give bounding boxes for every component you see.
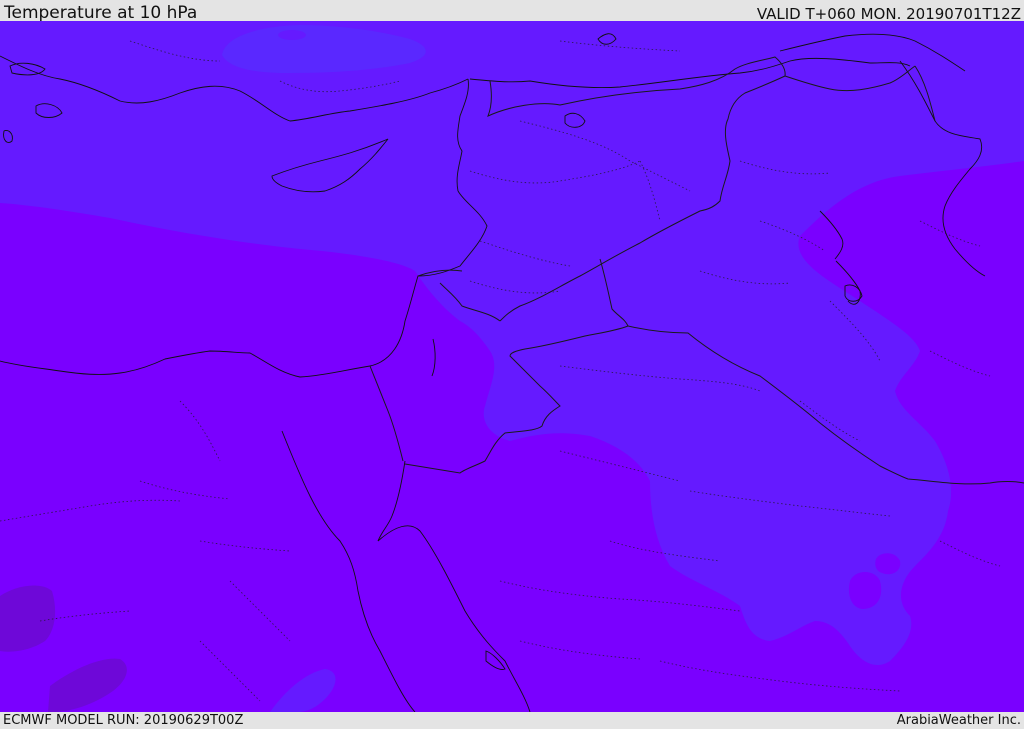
model-run-label: ECMWF MODEL RUN: 20190629T00Z — [3, 713, 244, 728]
footer-bar: ECMWF MODEL RUN: 20190629T00Z ArabiaWeat… — [0, 712, 1024, 729]
map-frame: Temperature at 10 hPa VALID T+060 MON. 2… — [0, 0, 1024, 729]
cool-spot-north — [278, 30, 306, 40]
warm-spot-east — [848, 572, 882, 609]
map-title: Temperature at 10 hPa — [4, 3, 198, 23]
map-svg — [0, 21, 1024, 712]
warm-spot-east-2 — [875, 553, 901, 575]
weather-map — [0, 21, 1024, 712]
credit-label: ArabiaWeather Inc. — [896, 713, 1021, 728]
header-bar: Temperature at 10 hPa VALID T+060 MON. 2… — [0, 0, 1024, 23]
